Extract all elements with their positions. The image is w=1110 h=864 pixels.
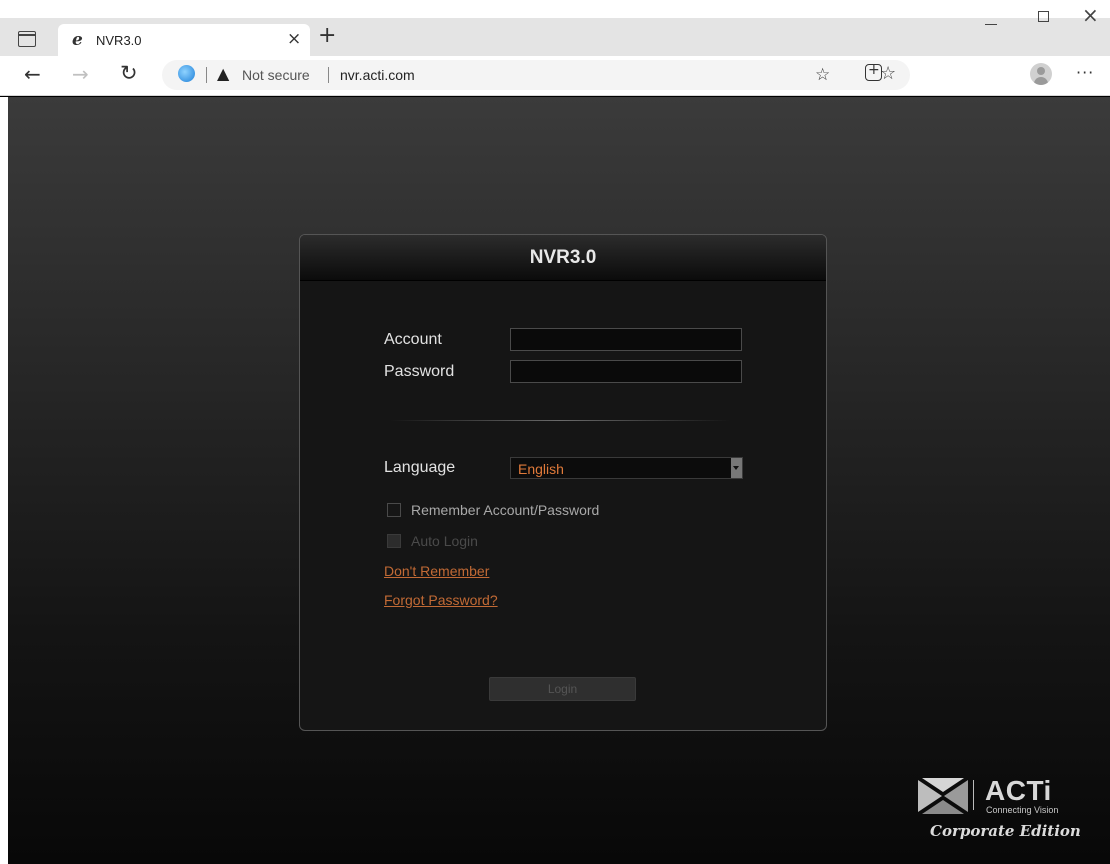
language-selected-value: English <box>518 461 564 477</box>
profile-avatar-icon[interactable] <box>1030 63 1052 85</box>
browser-toolbar: ← → ↻ ▲ Not secure nvr.acti.com ☆ ☆ ··· <box>0 56 1110 96</box>
favorites-icon[interactable]: ☆ <box>815 65 830 85</box>
more-options-icon[interactable]: ··· <box>1076 63 1094 82</box>
brand-edition: Corporate Edition <box>930 822 1081 840</box>
dropdown-arrow-icon[interactable] <box>731 458 742 478</box>
brand-name: ACTi <box>985 775 1052 806</box>
password-label: Password <box>384 363 455 380</box>
account-input[interactable] <box>510 328 742 351</box>
ie-mode-icon[interactable] <box>178 65 195 82</box>
logo-separator <box>973 780 974 810</box>
warning-icon[interactable]: ▲ <box>217 64 229 83</box>
password-input[interactable] <box>510 360 742 383</box>
window-close-icon[interactable]: × <box>1082 3 1099 27</box>
tab-strip: e NVR3.0 × + <box>0 18 1110 56</box>
new-tab-icon[interactable]: + <box>318 24 336 48</box>
collections-icon[interactable] <box>865 62 882 81</box>
language-label: Language <box>384 459 456 476</box>
section-divider <box>390 420 730 421</box>
maximize-icon[interactable] <box>1038 11 1049 22</box>
forward-icon[interactable]: → <box>72 62 89 86</box>
address-separator <box>206 67 207 83</box>
brand-tagline: Connecting Vision <box>986 805 1059 815</box>
window-edge <box>0 97 8 864</box>
title-bar-strip <box>0 0 1110 18</box>
forgot-password-link[interactable]: Forgot Password? <box>384 592 498 608</box>
dont-remember-link[interactable]: Don't Remember <box>384 563 489 579</box>
auto-login-checkbox[interactable] <box>387 534 401 548</box>
tab-actions-icon[interactable] <box>18 31 36 47</box>
refresh-icon[interactable]: ↻ <box>120 61 138 85</box>
add-favorite-icon[interactable]: ☆ <box>880 63 896 84</box>
login-panel-header: NVR3.0 <box>300 235 826 281</box>
minimize-icon[interactable] <box>985 24 997 26</box>
security-status[interactable]: Not secure <box>242 67 310 83</box>
login-title: NVR3.0 <box>529 247 597 268</box>
remember-checkbox[interactable] <box>387 503 401 517</box>
tab-title: NVR3.0 <box>96 33 142 48</box>
address-separator <box>328 67 329 83</box>
browser-tab-active[interactable]: e NVR3.0 × <box>58 24 310 56</box>
address-bar[interactable]: ▲ Not secure nvr.acti.com ☆ <box>162 60 910 90</box>
close-tab-icon[interactable]: × <box>287 29 301 49</box>
auto-login-label: Auto Login <box>411 533 478 549</box>
login-panel: NVR3.0 Account Password Language English… <box>299 234 827 731</box>
remember-label[interactable]: Remember Account/Password <box>411 502 599 518</box>
language-select[interactable]: English <box>510 457 743 479</box>
account-label: Account <box>384 331 442 348</box>
ie-icon: e <box>72 30 83 50</box>
back-icon[interactable]: ← <box>24 62 41 86</box>
browser-tabbar: e NVR3.0 × + × <box>0 0 1110 56</box>
url-text[interactable]: nvr.acti.com <box>340 67 415 83</box>
login-button[interactable]: Login <box>489 677 636 701</box>
page-background: NVR3.0 Account Password Language English… <box>0 97 1110 864</box>
acti-logo-icon <box>918 778 968 814</box>
